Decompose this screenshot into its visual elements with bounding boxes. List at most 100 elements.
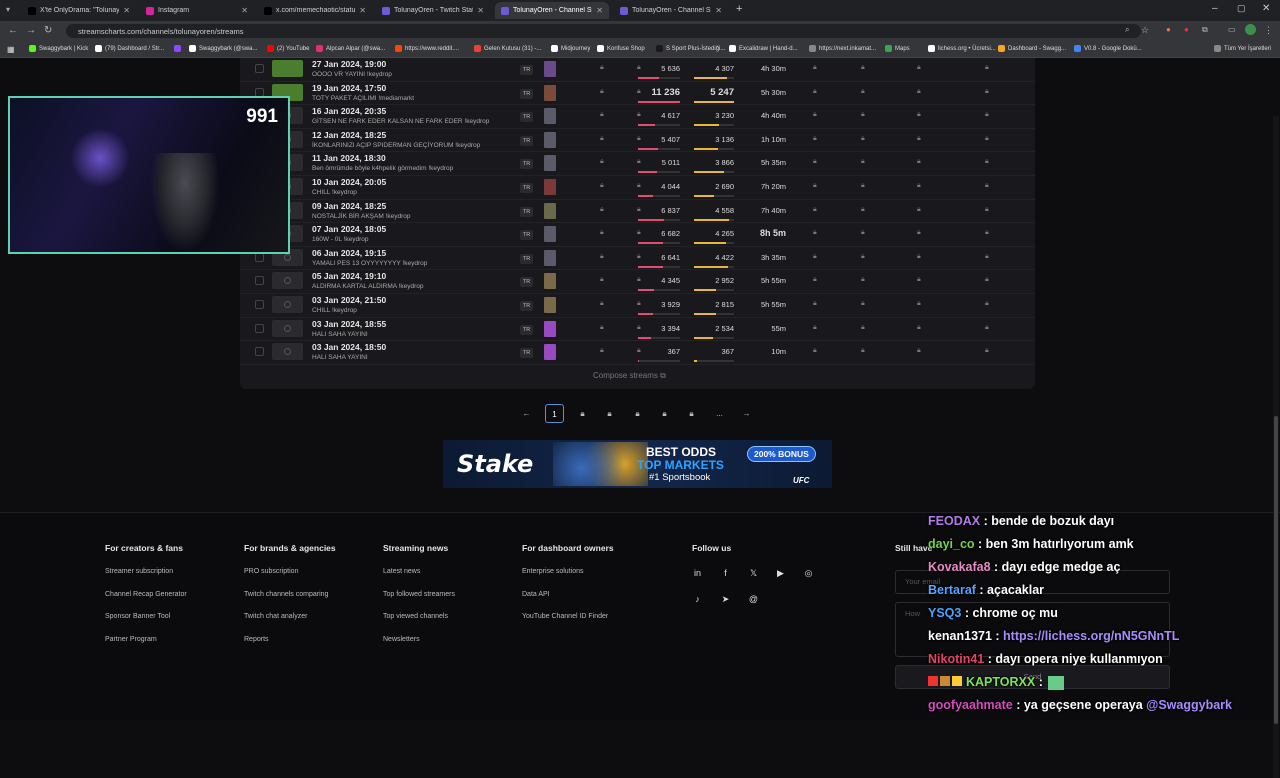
stream-date[interactable]: 09 Jan 2024, 18:25 (312, 201, 386, 211)
instagram-icon[interactable]: ◎ (803, 568, 814, 579)
footer-link[interactable]: Channel Recap Generator (105, 591, 187, 598)
bookmark-item[interactable]: https://next.inkamat... (809, 45, 876, 52)
game-cover-icon[interactable] (544, 61, 556, 77)
row-checkbox[interactable] (255, 64, 264, 73)
browser-tab[interactable]: x.com/memechaotic/status/20✕ (258, 2, 372, 19)
stream-thumbnail[interactable] (272, 60, 303, 77)
game-cover-icon[interactable] (544, 155, 556, 172)
game-cover-icon[interactable] (544, 179, 556, 195)
stream-row[interactable]: 06 Jan 2024, 19:15 YAMALI PES 13 OYYYYYYY… (240, 247, 1035, 271)
game-cover-icon[interactable] (544, 320, 556, 337)
close-window-button[interactable]: ✕ (1262, 3, 1270, 14)
game-cover-icon[interactable] (544, 84, 556, 101)
bookmark-item[interactable]: lichess.org • Ücretsi... (928, 45, 996, 52)
row-checkbox[interactable] (255, 252, 264, 262)
extensions-puzzle-icon[interactable]: ⧉ (1202, 25, 1208, 35)
apps-grid-icon[interactable]: ▦ (7, 45, 15, 54)
bookmark-item[interactable]: Dashboard - Swagg... (998, 45, 1066, 52)
bookmark-item[interactable]: S Sport Plus-İstediği... (656, 45, 725, 52)
footer-link[interactable]: Top viewed channels (383, 613, 448, 620)
back-icon[interactable]: ← (8, 25, 18, 36)
lock-icon[interactable]: 🔒︎ (600, 404, 619, 423)
game-cover-icon[interactable] (544, 249, 556, 266)
bookmark-item[interactable] (174, 45, 184, 52)
stream-date[interactable]: 03 Jan 2024, 18:50 (312, 342, 386, 352)
close-tab-icon[interactable]: ✕ (715, 6, 722, 15)
game-cover-icon[interactable] (544, 344, 556, 361)
youtube-icon[interactable]: ▶ (775, 568, 786, 579)
game-cover-icon[interactable] (544, 297, 556, 313)
game-cover-icon[interactable] (544, 131, 556, 148)
row-checkbox[interactable] (255, 300, 264, 309)
tab-search-icon[interactable]: ▾ (6, 5, 16, 15)
telegram-icon[interactable]: ➤ (720, 594, 731, 605)
game-cover-icon[interactable] (544, 273, 556, 290)
stream-date[interactable]: 07 Jan 2024, 18:05 (312, 224, 386, 234)
sidepanel-icon[interactable]: ▭ (1228, 25, 1236, 34)
new-tab-button[interactable]: + (736, 3, 742, 15)
footer-link[interactable]: YouTube Channel ID Finder (522, 613, 608, 620)
stream-row[interactable]: 03 Jan 2024, 18:50 HALI SAHA YAYINI TR 🔒︎ 🔒︎… (240, 341, 1035, 365)
close-tab-icon[interactable]: ✕ (359, 6, 366, 15)
footer-link[interactable]: Partner Program (105, 636, 157, 643)
stream-row[interactable]: 19 Jan 2024, 17:50 TOTY PAKET AÇILIMI !me… (240, 82, 1035, 106)
menu-icon[interactable]: ⋮ (1264, 25, 1273, 36)
browser-tab[interactable]: TolunayOren - Channel Stream ✕ (495, 2, 609, 19)
facebook-icon[interactable]: f (720, 568, 731, 579)
browser-tab[interactable]: X'te OnlyDrama: "Tolunay Ören✕ (22, 2, 136, 19)
stream-date[interactable]: 16 Jan 2024, 20:35 (312, 106, 386, 116)
all-bookmarks[interactable]: Tüm Yer İşaretleri (1214, 45, 1271, 52)
footer-link[interactable]: Reports (244, 636, 269, 643)
compose-streams-button[interactable]: Compose streams ⧉ (593, 371, 666, 381)
lock-icon[interactable]: 🔒︎ (573, 404, 592, 423)
stream-row[interactable]: 03 Jan 2024, 21:50 CHILL !keydrop TR 🔒︎ 🔒︎ 🔒︎… (240, 294, 1035, 318)
bookmark-item[interactable]: Maps (885, 45, 910, 52)
maximize-button[interactable]: ▢ (1237, 3, 1246, 14)
footer-link[interactable]: Top followed streamers (383, 591, 455, 598)
game-cover-icon[interactable] (544, 202, 556, 219)
stake-ad-banner[interactable]: Stake BEST ODDS TOP MARKETS #1 Sportsboo… (443, 440, 832, 488)
threads-icon[interactable]: @ (748, 594, 759, 605)
stream-row[interactable]: 07 Jan 2024, 18:05 160W - 0L !keydrop TR 🔒︎… (240, 223, 1035, 247)
stream-row[interactable]: 16 Jan 2024, 20:35 GİTSEN NE FARK EDER KA… (240, 105, 1035, 129)
reload-icon[interactable]: ↻ (44, 25, 52, 36)
prev-page-button[interactable]: ← (517, 404, 536, 423)
footer-link[interactable]: PRO subscription (244, 568, 298, 575)
stream-row[interactable]: 05 Jan 2024, 19:10 ALDIRMA KARTAL ALDIRMA… (240, 270, 1035, 294)
row-checkbox[interactable] (255, 323, 264, 333)
bookmark-item[interactable]: Konfuse Shop (597, 45, 645, 52)
lock-icon[interactable]: 🔒︎ (628, 404, 647, 423)
lock-icon[interactable]: 🔒︎ (682, 404, 701, 423)
footer-link[interactable]: Sponsor Banner Tool (105, 613, 170, 620)
game-cover-icon[interactable] (544, 108, 556, 125)
profile-avatar[interactable] (1245, 24, 1256, 35)
stream-thumbnail[interactable] (272, 343, 303, 361)
footer-link[interactable]: Twitch channels comparing (244, 591, 328, 598)
stream-date[interactable]: 12 Jan 2024, 18:25 (312, 130, 386, 140)
stream-thumbnail[interactable] (272, 296, 303, 313)
footer-link[interactable]: Newsletters (383, 636, 420, 643)
page-scrollbar[interactable] (1273, 116, 1279, 778)
footer-link[interactable]: Data API (522, 591, 550, 598)
next-page-button[interactable]: → (737, 404, 756, 423)
footer-link[interactable]: Latest news (383, 568, 420, 575)
bookmark-item[interactable]: Swaggybark (@swa... (189, 45, 257, 52)
stream-date[interactable]: 10 Jan 2024, 20:05 (312, 177, 386, 187)
zoom-icon[interactable]: ⌕ (1125, 25, 1129, 35)
stream-row[interactable]: 12 Jan 2024, 18:25 İKONLARINIZI AÇIP SPID… (240, 129, 1035, 153)
x-icon[interactable]: 𝕏 (748, 568, 759, 579)
stream-row[interactable]: 11 Jan 2024, 18:30 Ben ömrümde böyle k4hp… (240, 152, 1035, 176)
close-tab-icon[interactable]: ✕ (123, 6, 130, 15)
bookmark-item[interactable]: Midjourney (551, 45, 590, 52)
browser-tab[interactable]: Instagram ✕ (140, 2, 254, 19)
page-1-button[interactable]: 1 (545, 404, 564, 423)
forward-icon[interactable]: → (26, 25, 36, 36)
stream-row[interactable]: 09 Jan 2024, 18:25 NOSTALJİK BİR AKŞAM !k… (240, 200, 1035, 224)
bookmark-item[interactable]: Swaggybark | Kick (29, 45, 88, 52)
stream-date[interactable]: 27 Jan 2024, 19:00 (312, 59, 386, 69)
stream-row[interactable]: 03 Jan 2024, 18:55 HALI SAHA YAYINI TR 🔒︎ 🔒︎… (240, 318, 1035, 342)
stream-date[interactable]: 11 Jan 2024, 18:30 (312, 153, 386, 163)
linkedin-icon[interactable]: in (692, 568, 703, 579)
extension-icon[interactable]: ● (1184, 25, 1189, 34)
stream-thumbnail[interactable] (272, 272, 303, 290)
